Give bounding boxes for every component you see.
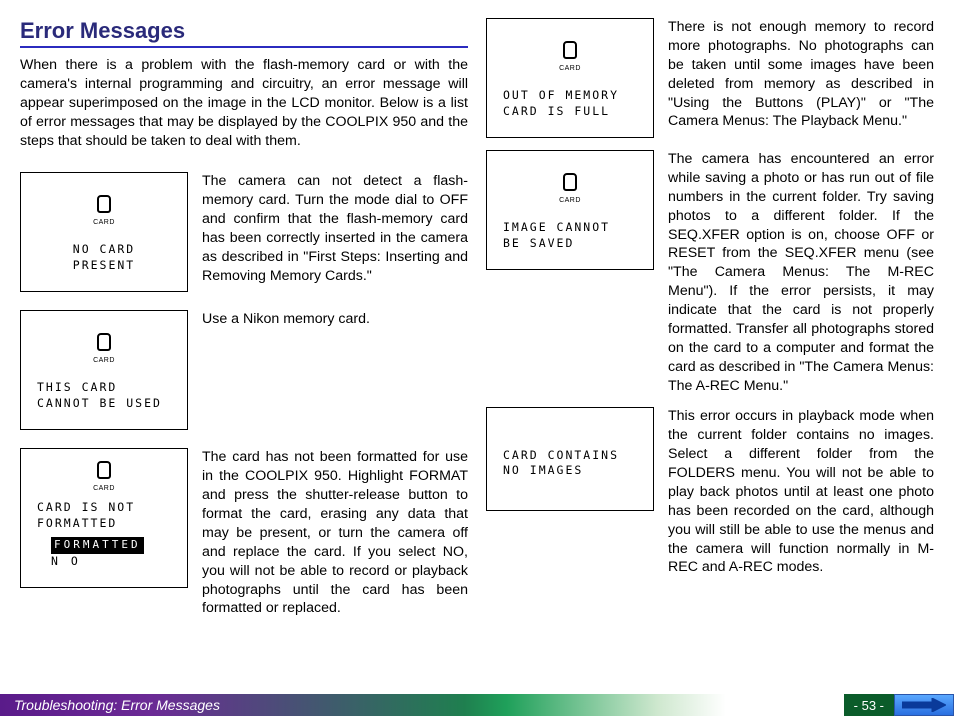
- left-column: Error Messages When there is a problem w…: [20, 18, 468, 692]
- lcd-message: CARD CONTAINS NO IMAGES: [503, 448, 637, 479]
- lcd-message: OUT OF MEMORY CARD IS FULL: [503, 88, 637, 119]
- footer-page-number: - 53 -: [844, 694, 894, 716]
- card-icon-label: CARD: [93, 219, 115, 226]
- error-row: CARD CONTAINS NO IMAGES This error occur…: [486, 407, 934, 577]
- error-description: The card has not been formatted for use …: [202, 448, 468, 618]
- lcd-message: THIS CARD CANNOT BE USED: [37, 380, 171, 411]
- lcd-message: IMAGE CANNOT BE SAVED: [503, 220, 637, 251]
- lcd-card-not-formatted: CARD CARD IS NOT FORMATTED FORMATTED N O: [20, 448, 188, 588]
- option-no: N O: [51, 554, 81, 568]
- page-title: Error Messages: [20, 18, 468, 44]
- lcd-options: FORMATTED N O: [37, 537, 171, 569]
- arrow-right-icon: [902, 698, 946, 712]
- error-description: This error occurs in playback mode when …: [668, 407, 934, 577]
- next-page-button[interactable]: [894, 694, 954, 716]
- lcd-no-card-present: CARD NO CARD PRESENT: [20, 172, 188, 292]
- lcd-image-cannot-be-saved: CARD IMAGE CANNOT BE SAVED: [486, 150, 654, 270]
- error-row: CARD THIS CARD CANNOT BE USED Use a Niko…: [20, 310, 468, 430]
- error-description: The camera has encountered an error whil…: [668, 150, 934, 395]
- option-formatted-highlighted: FORMATTED: [51, 537, 144, 554]
- lcd-message: NO CARD PRESENT: [37, 242, 171, 273]
- lcd-card-cannot-be-used: CARD THIS CARD CANNOT BE USED: [20, 310, 188, 430]
- title-rule: [20, 46, 468, 48]
- card-icon-label: CARD: [93, 485, 115, 492]
- card-icon-label: CARD: [93, 357, 115, 364]
- card-icon: CARD: [93, 333, 115, 364]
- card-icon: CARD: [559, 41, 581, 72]
- intro-paragraph: When there is a problem with the flash-m…: [20, 56, 468, 150]
- card-icon-label: CARD: [559, 65, 581, 72]
- lcd-card-contains-no-images: CARD CONTAINS NO IMAGES: [486, 407, 654, 511]
- card-icon-label: CARD: [559, 197, 581, 204]
- column-layout: Error Messages When there is a problem w…: [20, 18, 934, 692]
- right-column: CARD OUT OF MEMORY CARD IS FULL There is…: [486, 18, 934, 692]
- card-icon: CARD: [93, 461, 115, 492]
- card-icon: CARD: [93, 195, 115, 226]
- error-row: CARD OUT OF MEMORY CARD IS FULL There is…: [486, 18, 934, 138]
- error-description: The camera can not detect a flash-memory…: [202, 172, 468, 292]
- error-row: CARD IMAGE CANNOT BE SAVED The camera ha…: [486, 150, 934, 395]
- lcd-message: CARD IS NOT FORMATTED: [37, 500, 171, 531]
- page-footer: Troubleshooting: Error Messages - 53 -: [0, 694, 954, 716]
- card-icon: CARD: [559, 173, 581, 204]
- error-row: CARD NO CARD PRESENT The camera can not …: [20, 172, 468, 292]
- page-body: Error Messages When there is a problem w…: [0, 0, 954, 692]
- error-description: Use a Nikon memory card.: [202, 310, 468, 430]
- lcd-out-of-memory: CARD OUT OF MEMORY CARD IS FULL: [486, 18, 654, 138]
- error-description: There is not enough memory to record mor…: [668, 18, 934, 131]
- footer-section-label: Troubleshooting: Error Messages: [0, 694, 844, 716]
- error-row: CARD CARD IS NOT FORMATTED FORMATTED N O…: [20, 448, 468, 618]
